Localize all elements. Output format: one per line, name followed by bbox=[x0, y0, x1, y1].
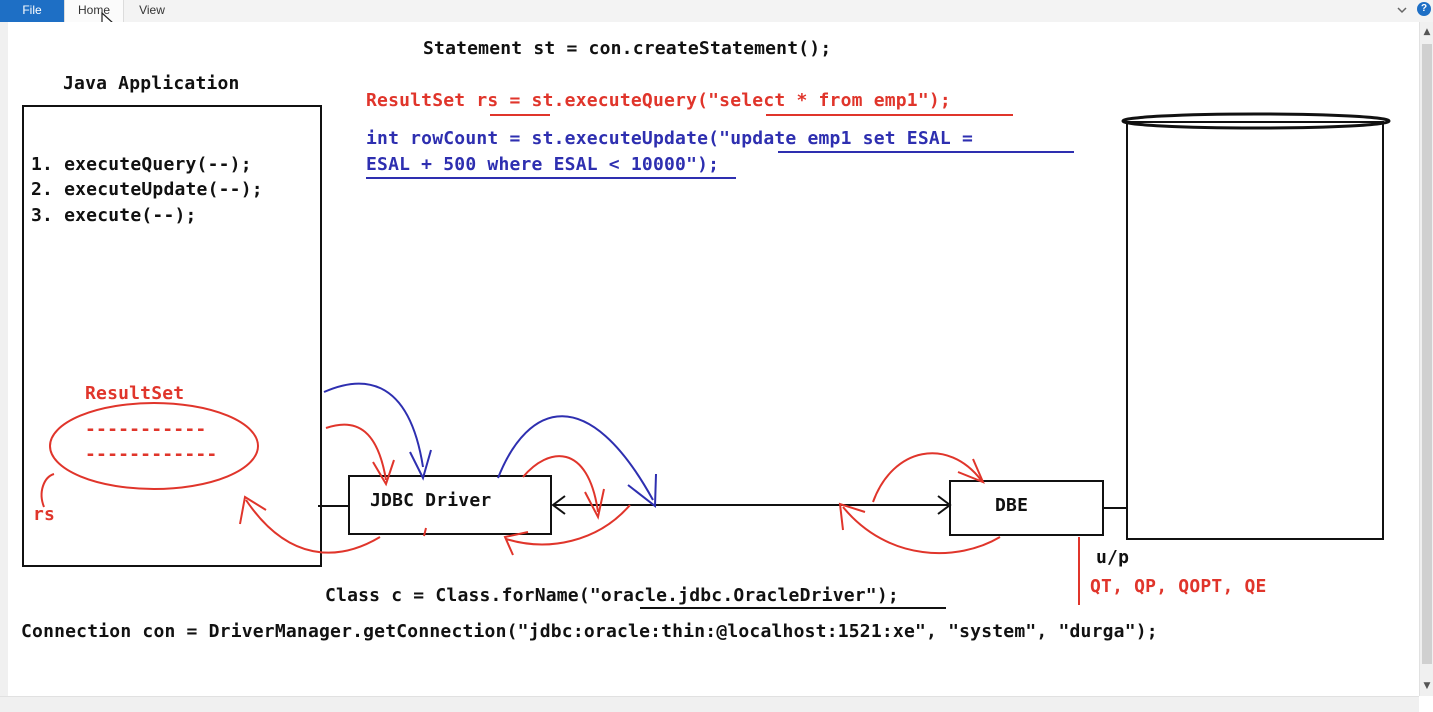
drawing-canvas[interactable]: Statement st = con.createStatement(); Ja… bbox=[8, 22, 1419, 696]
vertical-scroll-thumb[interactable] bbox=[1422, 44, 1432, 664]
resultset-query-code: ResultSet rs = st.executeQuery("select *… bbox=[366, 90, 951, 111]
java-application-title: Java Application bbox=[63, 73, 240, 94]
ribbon-bar: File Home View ? bbox=[0, 0, 1433, 23]
resultset-label: ResultSet bbox=[85, 383, 185, 404]
red-arrow-driver-dbe-1 bbox=[522, 455, 599, 513]
red-arrow-to-dbe bbox=[872, 452, 982, 503]
method-execute: 3. execute(--); bbox=[31, 205, 197, 226]
red-arrow-app-driver bbox=[325, 423, 387, 481]
java-application-box bbox=[22, 105, 322, 567]
red-arrow-back-app bbox=[245, 499, 381, 554]
connection-code: Connection con = DriverManager.getConnec… bbox=[21, 621, 1158, 642]
tab-view[interactable]: View bbox=[128, 0, 176, 22]
tab-file[interactable]: File bbox=[0, 0, 64, 22]
horizontal-scrollbar[interactable] bbox=[0, 696, 1419, 712]
resultset-row-2: ------------ bbox=[85, 444, 218, 465]
update-code-line2: ESAL + 500 where ESAL < 10000"); bbox=[366, 154, 720, 175]
scroll-up-icon[interactable]: ▲ bbox=[1421, 26, 1433, 38]
query-stages-label: QT, QP, QOPT, QE bbox=[1090, 576, 1267, 597]
red-arrow-back-driver bbox=[505, 504, 631, 546]
statement-code: Statement st = con.createStatement(); bbox=[423, 38, 832, 59]
red-arrow-back-dbe bbox=[842, 506, 1001, 555]
left-gutter bbox=[0, 22, 8, 696]
scroll-down-icon[interactable]: ▼ bbox=[1421, 680, 1433, 692]
dbe-label: DBE bbox=[995, 495, 1029, 516]
resultset-row-1: ----------- bbox=[85, 419, 207, 440]
update-code-line1: int rowCount = st.executeUpdate("update … bbox=[366, 128, 974, 149]
help-icon[interactable]: ? bbox=[1417, 2, 1431, 16]
rs-label: rs bbox=[33, 504, 56, 525]
database-cylinder bbox=[1126, 121, 1384, 540]
method-execute-query: 1. executeQuery(--); bbox=[31, 154, 252, 175]
chevron-down-icon[interactable] bbox=[1396, 2, 1408, 18]
class-forname-code: Class c = Class.forName("oracle.jdbc.Ora… bbox=[325, 585, 899, 606]
jdbc-driver-label: JDBC Driver bbox=[370, 490, 492, 511]
up-label: u/p bbox=[1096, 547, 1130, 568]
tab-home[interactable]: Home bbox=[64, 0, 124, 22]
vertical-scrollbar[interactable]: ▲ ▼ bbox=[1419, 22, 1433, 696]
method-execute-update: 2. executeUpdate(--); bbox=[31, 179, 263, 200]
rs-pointer-line bbox=[40, 473, 55, 508]
